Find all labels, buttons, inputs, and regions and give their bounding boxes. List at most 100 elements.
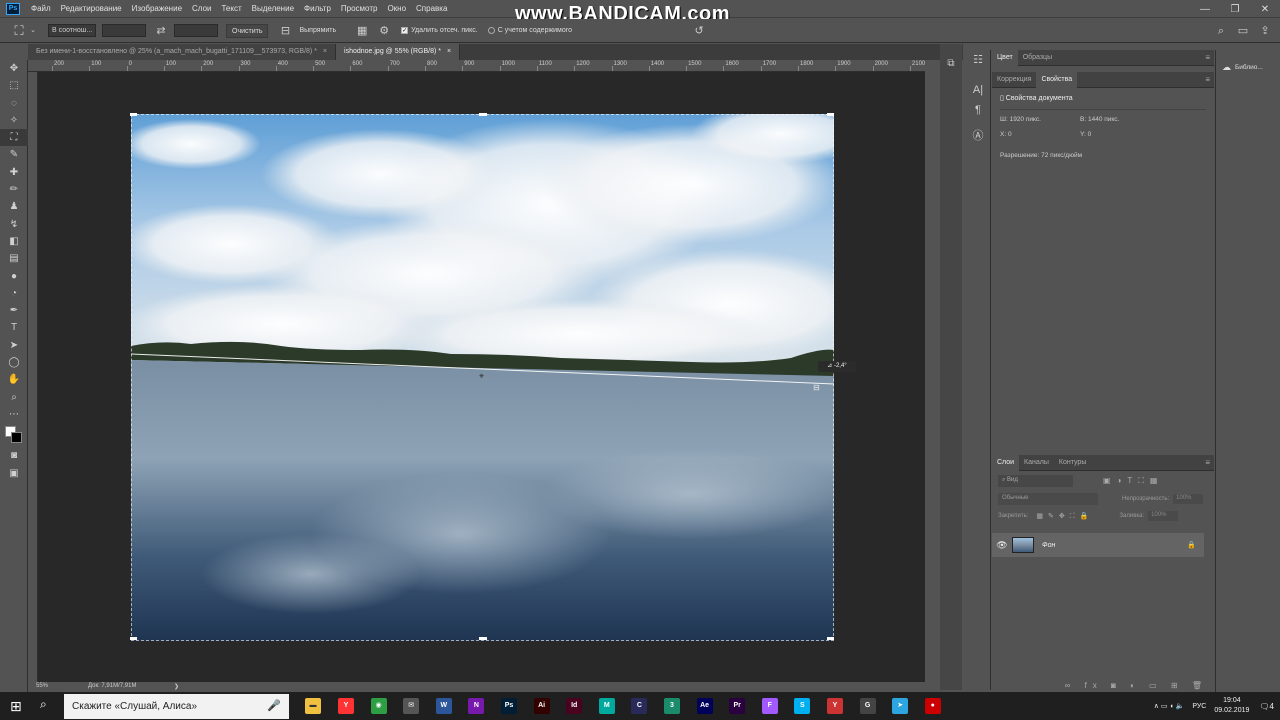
layer-row-background[interactable]: 👁 Фон 🔒 bbox=[992, 533, 1204, 557]
crop-tool-icon[interactable]: ⛶ bbox=[12, 23, 26, 38]
tab-document-2[interactable]: ishodnoe.jpg @ 55% (RGB/8) * × bbox=[336, 44, 461, 60]
taskbar-app-icon[interactable]: Y bbox=[338, 698, 354, 714]
menu-view[interactable]: Просмотр bbox=[336, 4, 383, 13]
clone-stamp-icon[interactable]: ♟ bbox=[0, 198, 28, 215]
type-tool-icon[interactable]: T bbox=[0, 319, 28, 336]
tab-paths[interactable]: Контуры bbox=[1054, 455, 1091, 471]
zoom-tool-icon[interactable]: ⌕ bbox=[0, 389, 28, 406]
search-icon[interactable]: ⌕ bbox=[1214, 24, 1228, 38]
taskbar-app-icon[interactable]: ➤ bbox=[892, 698, 909, 714]
delete-cropped-checkbox[interactable]: ✓ Удалить отсеч. пикс. bbox=[401, 27, 478, 34]
close-icon[interactable]: × bbox=[323, 48, 327, 55]
x-value[interactable]: 0 bbox=[1008, 131, 1012, 138]
glyphs-icon[interactable]: Ⓐ bbox=[965, 126, 991, 146]
straighten-button[interactable]: Выпрямить bbox=[294, 23, 342, 38]
tab-channels[interactable]: Каналы bbox=[1019, 455, 1054, 471]
crop-handle[interactable] bbox=[827, 113, 834, 116]
quick-mask-icon[interactable]: ◙ bbox=[0, 447, 28, 464]
pen-tool-icon[interactable]: ✒ bbox=[0, 302, 28, 319]
more-tools-icon[interactable]: ⋯ bbox=[0, 406, 28, 423]
history-icon[interactable]: ⧉ bbox=[940, 58, 962, 69]
status-arrow[interactable]: ❯ bbox=[174, 683, 179, 690]
taskbar-app-icon[interactable]: Ai bbox=[533, 698, 550, 714]
w-value[interactable]: 1920 пикс. bbox=[1010, 116, 1041, 123]
taskbar-app-icon[interactable]: N bbox=[468, 698, 485, 714]
crop-handle[interactable] bbox=[479, 637, 487, 640]
taskbar-app-icon[interactable]: S bbox=[794, 698, 811, 714]
magic-wand-icon[interactable]: ✧ bbox=[0, 112, 28, 129]
dodge-icon[interactable]: ◔ bbox=[0, 285, 28, 302]
fill-field[interactable]: 100% bbox=[1148, 511, 1179, 521]
tab-document-1[interactable]: Без имени-1-восстановлено @ 25% (a_mach_… bbox=[28, 44, 337, 60]
lasso-tool-icon[interactable]: ◌ bbox=[0, 95, 28, 112]
straighten-icon[interactable]: ⊟ bbox=[278, 24, 292, 38]
taskbar-app-icon[interactable]: Y bbox=[827, 698, 843, 714]
brush-tool-icon[interactable]: ✏ bbox=[0, 181, 28, 198]
path-select-icon[interactable]: ➤ bbox=[0, 337, 28, 354]
content-aware-checkbox[interactable]: С учетом содержимого bbox=[487, 27, 572, 34]
zoom-level[interactable]: 55% bbox=[36, 683, 48, 689]
crop-handle[interactable] bbox=[130, 637, 137, 640]
crop-handle[interactable] bbox=[130, 113, 137, 116]
color-swatches[interactable] bbox=[0, 423, 28, 447]
width-field[interactable] bbox=[102, 24, 146, 37]
y-value[interactable]: 0 bbox=[1088, 131, 1092, 138]
eraser-icon[interactable]: ◧ bbox=[0, 233, 28, 250]
microphone-icon[interactable]: 🎤 bbox=[267, 694, 281, 719]
tab-layers[interactable]: Слои bbox=[992, 454, 1020, 471]
minimize-button[interactable]: — bbox=[1190, 4, 1220, 15]
menu-edit[interactable]: Редактирование bbox=[56, 4, 127, 13]
menu-filter[interactable]: Фильтр bbox=[299, 4, 336, 13]
taskbar-app-icon[interactable]: ◉ bbox=[370, 698, 387, 714]
menu-file[interactable]: Файл bbox=[26, 4, 56, 13]
taskbar-app-icon[interactable]: ● bbox=[924, 698, 941, 714]
menu-window[interactable]: Окно bbox=[382, 4, 411, 13]
language-indicator[interactable]: РУС bbox=[1192, 703, 1206, 710]
crop-handle[interactable] bbox=[827, 637, 834, 640]
notification-icon[interactable]: 🗨4 bbox=[1259, 702, 1274, 711]
maximize-button[interactable]: ❐ bbox=[1220, 4, 1250, 15]
taskbar-app-icon[interactable]: G bbox=[859, 698, 876, 714]
marquee-tool-icon[interactable]: ⬚ bbox=[0, 77, 28, 94]
menu-layers[interactable]: Слои bbox=[187, 4, 216, 13]
panel-menu-icon[interactable]: ≡ bbox=[1205, 53, 1210, 62]
tray-icons[interactable]: ∧ ▭ ◖ 🔈 bbox=[1154, 702, 1185, 710]
taskbar-search[interactable]: Скажите «Слушай, Алиса» 🎤 bbox=[64, 694, 289, 719]
menu-help[interactable]: Справка bbox=[411, 4, 452, 13]
blur-icon[interactable]: ● bbox=[0, 268, 28, 285]
hand-tool-icon[interactable]: ✋ bbox=[0, 371, 28, 388]
move-tool-icon[interactable]: ✥ bbox=[0, 60, 28, 77]
tab-properties[interactable]: Свойства bbox=[1036, 71, 1078, 88]
windows-start-icon[interactable]: ⊞ bbox=[10, 698, 22, 715]
taskbar-app-icon[interactable]: F bbox=[761, 698, 778, 714]
menu-type[interactable]: Текст bbox=[216, 4, 246, 13]
gear-icon[interactable]: ⚙ bbox=[377, 24, 391, 38]
taskbar-app-icon[interactable]: W bbox=[435, 698, 452, 714]
taskbar-app-icon[interactable]: 3 bbox=[664, 698, 680, 714]
visibility-eye-icon[interactable]: 👁 bbox=[992, 540, 1012, 551]
taskbar-app-icon[interactable]: C bbox=[631, 698, 648, 714]
menu-select[interactable]: Выделение bbox=[247, 4, 299, 13]
libraries-button[interactable]: ☁ Библио... bbox=[1216, 62, 1280, 73]
opacity-field[interactable]: 100% bbox=[1173, 494, 1204, 504]
grid-overlay-icon[interactable]: ▦ bbox=[355, 24, 369, 38]
taskbar-app-icon[interactable]: Ae bbox=[696, 698, 713, 714]
blend-mode-select[interactable]: Обычные bbox=[998, 493, 1098, 505]
panel-menu-icon[interactable]: ≡ bbox=[1205, 458, 1210, 467]
share-icon[interactable]: ⇪ bbox=[1258, 24, 1272, 38]
taskbar-app-icon[interactable]: Ps bbox=[501, 698, 517, 714]
panel-menu-icon[interactable]: ≡ bbox=[1205, 75, 1210, 84]
gradient-icon[interactable]: ▤ bbox=[0, 250, 28, 267]
clear-button[interactable]: Очистить bbox=[226, 23, 269, 38]
tab-adjustments[interactable]: Коррекция bbox=[992, 72, 1036, 88]
crop-handle[interactable] bbox=[479, 113, 487, 116]
crop-tool-icon[interactable]: ⛶ bbox=[0, 129, 28, 147]
history-brush-icon[interactable]: ↯ bbox=[0, 216, 28, 233]
file-explorer-icon[interactable]: ▬ bbox=[305, 698, 321, 714]
h-value[interactable]: 1440 пикс. bbox=[1088, 116, 1119, 123]
close-icon[interactable]: × bbox=[447, 48, 451, 55]
swap-icon[interactable]: ⇄ bbox=[154, 24, 168, 38]
tab-swatches[interactable]: Образцы bbox=[1018, 50, 1057, 66]
height-field[interactable] bbox=[174, 24, 218, 37]
taskbar-app-icon[interactable]: ✉ bbox=[403, 698, 420, 714]
